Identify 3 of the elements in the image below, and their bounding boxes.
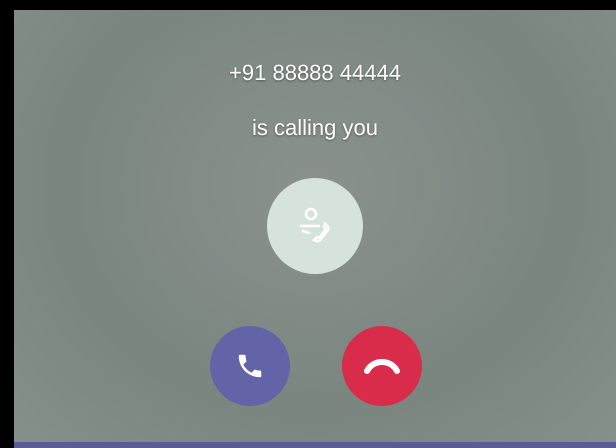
call-status-text: is calling you [252, 114, 378, 142]
hang-up-icon [363, 357, 401, 375]
caller-number: +91 88888 44444 [229, 59, 401, 87]
